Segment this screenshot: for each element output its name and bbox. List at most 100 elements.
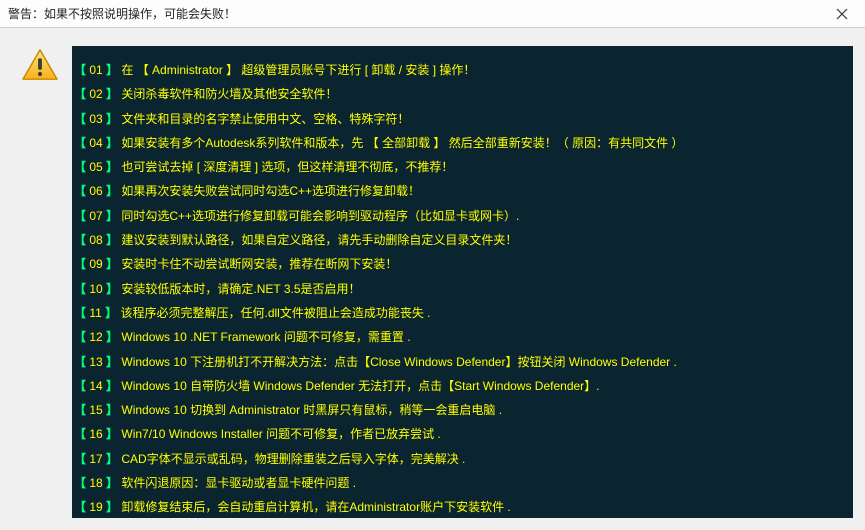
message-number: 15 (89, 403, 102, 417)
message-line: 【 11 】 该程序必须完整解压，任何.dll文件被阻止会造成功能丧失 . (74, 301, 847, 325)
bracket-open: 【 (74, 403, 89, 417)
bracket-close: 】 (103, 452, 122, 466)
bracket-close: 】 (103, 427, 122, 441)
message-line: 【 16 】 Win7/10 Windows Installer 问题不可修复，… (74, 422, 847, 446)
bracket-close: 】 (103, 403, 122, 417)
message-number: 19 (89, 500, 102, 514)
message-panel: 【 01 】 在 【 Administrator 】 超级管理员账号下进行 [ … (72, 46, 853, 518)
message-text: 如果再次安装失败尝试同时勾选C++选项进行修复卸载！ (121, 184, 420, 198)
bracket-close: 】 (103, 355, 122, 369)
titlebar: 警告：如果不按照说明操作，可能会失败！ (0, 0, 865, 28)
message-line: 【 13 】 Windows 10 下注册机打不开解决方法：点击【Close W… (74, 350, 847, 374)
message-line: 【 14 】 Windows 10 自带防火墙 Windows Defender… (74, 374, 847, 398)
message-line: 【 02 】 关闭杀毒软件和防火墙及其他安全软件！ (74, 82, 847, 106)
bracket-open: 【 (74, 87, 89, 101)
message-text: 文件夹和目录的名字禁止使用中文、空格、特殊字符！ (121, 112, 409, 126)
message-text: 如果安装有多个Autodesk系列软件和版本，先 【 全部卸载 】 然后全部重新… (121, 136, 683, 150)
message-text: Windows 10 .NET Framework 问题不可修复，需重置 . (121, 330, 410, 344)
message-text: 也可尝试去掉 [ 深度清理 ] 选项，但这样清理不彻底，不推荐！ (121, 160, 453, 174)
bracket-open: 【 (74, 112, 89, 126)
close-icon (836, 8, 848, 20)
message-text: 卸载修复结束后，会自动重启计算机，请在Administrator账户下安装软件 … (121, 500, 510, 514)
message-number: 07 (89, 209, 102, 223)
message-number: 16 (89, 427, 102, 441)
bracket-open: 【 (74, 355, 89, 369)
message-text: 安装时卡住不动尝试断网安装，推荐在断网下安装！ (121, 257, 397, 271)
message-number: 03 (89, 112, 102, 126)
bracket-open: 【 (74, 306, 89, 320)
bracket-open: 【 (74, 257, 89, 271)
message-line: 【 09 】 安装时卡住不动尝试断网安装，推荐在断网下安装！ (74, 252, 847, 276)
bracket-close: 】 (103, 500, 122, 514)
message-number: 01 (89, 63, 102, 77)
message-text: 同时勾选C++选项进行修复卸载可能会影响到驱动程序（比如显卡或网卡）. (121, 209, 519, 223)
message-line: 【 05 】 也可尝试去掉 [ 深度清理 ] 选项，但这样清理不彻底，不推荐！ (74, 155, 847, 179)
message-number: 08 (89, 233, 102, 247)
bracket-open: 【 (74, 379, 89, 393)
message-text: CAD字体不显示或乱码，物理删除重装之后导入字体，完美解决 . (121, 452, 465, 466)
message-number: 14 (89, 379, 102, 393)
message-number: 02 (89, 87, 102, 101)
message-line: 【 15 】 Windows 10 切换到 Administrator 时黑屏只… (74, 398, 847, 422)
message-number: 18 (89, 476, 102, 490)
message-line: 【 18 】 软件闪退原因：显卡驱动或者显卡硬件问题 . (74, 471, 847, 495)
message-number: 13 (89, 355, 102, 369)
message-number: 06 (89, 184, 102, 198)
message-text: Windows 10 切换到 Administrator 时黑屏只有鼠标，稍等一… (121, 403, 502, 417)
message-text: 该程序必须完整解压，任何.dll文件被阻止会造成功能丧失 . (120, 306, 430, 320)
bracket-open: 【 (74, 330, 89, 344)
message-text: 建议安装到默认路径，如果自定义路径，请先手动删除自定义目录文件夹！ (121, 233, 517, 247)
message-number: 17 (89, 452, 102, 466)
bracket-open: 【 (74, 452, 89, 466)
message-number: 12 (89, 330, 102, 344)
bracket-close: 】 (103, 476, 122, 490)
bracket-open: 【 (74, 233, 89, 247)
message-line: 【 07 】 同时勾选C++选项进行修复卸载可能会影响到驱动程序（比如显卡或网卡… (74, 204, 847, 228)
bracket-close: 】 (103, 87, 122, 101)
message-line: 【 12 】 Windows 10 .NET Framework 问题不可修复，… (74, 325, 847, 349)
bracket-open: 【 (74, 136, 89, 150)
message-text: Windows 10 下注册机打不开解决方法：点击【Close Windows … (121, 355, 676, 369)
message-line: 【 08 】 建议安装到默认路径，如果自定义路径，请先手动删除自定义目录文件夹！ (74, 228, 847, 252)
message-line: 【 17 】 CAD字体不显示或乱码，物理删除重装之后导入字体，完美解决 . (74, 447, 847, 471)
bracket-close: 】 (103, 209, 122, 223)
bracket-close: 】 (103, 136, 122, 150)
message-number: 11 (89, 306, 101, 320)
content-area: 【 01 】 在 【 Administrator 】 超级管理员账号下进行 [ … (0, 28, 865, 530)
close-button[interactable] (819, 0, 865, 28)
message-number: 04 (89, 136, 102, 150)
message-number: 10 (89, 282, 102, 296)
bracket-open: 【 (74, 427, 89, 441)
icon-column (10, 46, 70, 518)
bracket-close: 】 (103, 379, 122, 393)
message-line: 【 10 】 安装较低版本时，请确定.NET 3.5是否启用！ (74, 277, 847, 301)
bracket-open: 【 (74, 184, 89, 198)
message-text: Windows 10 自带防火墙 Windows Defender 无法打开，点… (121, 379, 599, 393)
bracket-open: 【 (74, 209, 89, 223)
message-number: 05 (89, 160, 102, 174)
bracket-close: 】 (103, 160, 122, 174)
bracket-close: 】 (103, 112, 122, 126)
message-text: 关闭杀毒软件和防火墙及其他安全软件！ (121, 87, 337, 101)
message-text: 软件闪退原因：显卡驱动或者显卡硬件问题 . (121, 476, 356, 490)
bracket-close: 】 (103, 233, 122, 247)
bracket-close: 】 (103, 184, 122, 198)
bracket-open: 【 (74, 160, 89, 174)
message-text: Win7/10 Windows Installer 问题不可修复，作者已放弃尝试… (121, 427, 440, 441)
bracket-close: 】 (103, 257, 122, 271)
warning-icon (21, 48, 59, 82)
message-line: 【 19 】 卸载修复结束后，会自动重启计算机，请在Administrator账… (74, 495, 847, 518)
message-line: 【 04 】 如果安装有多个Autodesk系列软件和版本，先 【 全部卸载 】… (74, 131, 847, 155)
message-text: 安装较低版本时，请确定.NET 3.5是否启用！ (121, 282, 360, 296)
bracket-close: 】 (103, 282, 122, 296)
message-line: 【 06 】 如果再次安装失败尝试同时勾选C++选项进行修复卸载！ (74, 179, 847, 203)
bracket-close: 】 (103, 330, 122, 344)
bracket-open: 【 (74, 282, 89, 296)
titlebar-text: 警告：如果不按照说明操作，可能会失败！ (8, 5, 236, 22)
bracket-open: 【 (74, 500, 89, 514)
bracket-close: 】 (103, 63, 122, 77)
bracket-close: 】 (102, 306, 121, 320)
message-text: 在 【 Administrator 】 超级管理员账号下进行 [ 卸载 / 安装… (121, 63, 475, 77)
message-number: 09 (89, 257, 102, 271)
message-line: 【 03 】 文件夹和目录的名字禁止使用中文、空格、特殊字符！ (74, 107, 847, 131)
